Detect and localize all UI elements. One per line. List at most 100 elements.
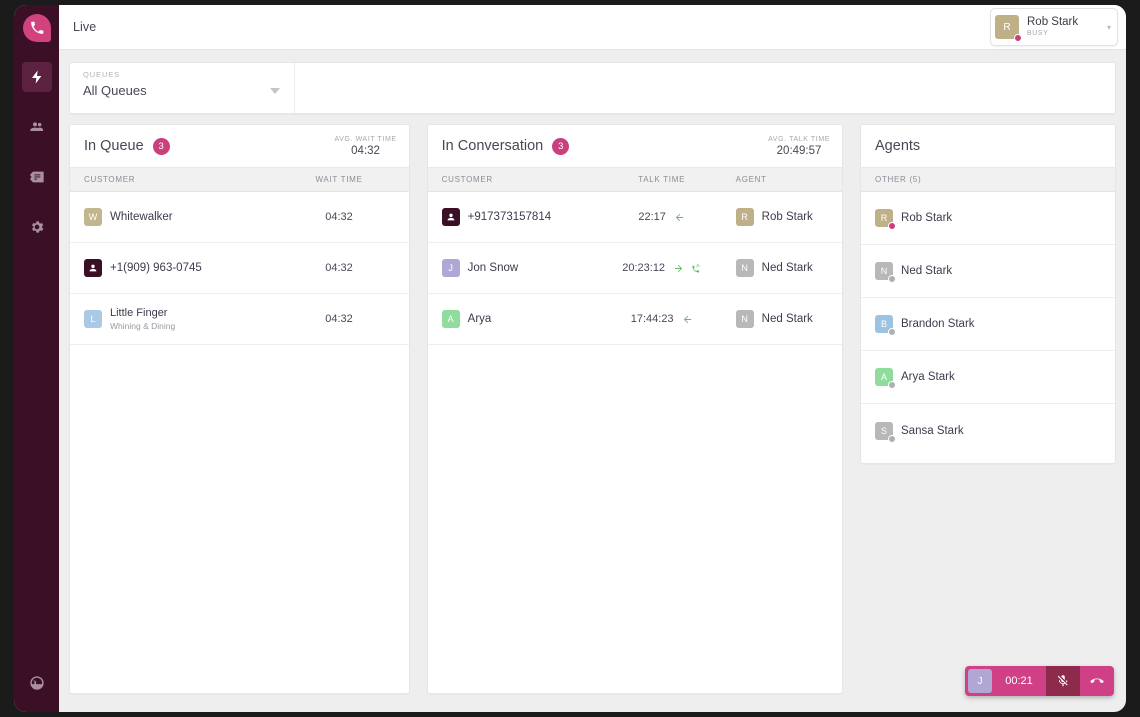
list-item[interactable]: A Arya Stark	[861, 351, 1115, 404]
agents-panel: Agents OTHER (5) R Rob Stark N Ned Stark B Br…	[860, 124, 1116, 464]
talk-time-cell: 17:44:23	[598, 313, 726, 325]
table-row[interactable]: L Little Finger Whining & Dining 04:32	[70, 294, 409, 345]
agent-cell: N Ned Stark	[726, 310, 840, 328]
avg-wait-time-value: 04:32	[351, 144, 380, 157]
inbound-arrow-icon	[683, 315, 691, 323]
talk-time-cell: 20:23:12	[598, 262, 726, 274]
wait-time-cell: 04:32	[325, 313, 353, 325]
customer-cell: J Jon Snow	[428, 259, 598, 277]
call-avatar-initial: J	[977, 675, 983, 687]
list-item[interactable]: B Brandon Stark	[861, 298, 1115, 351]
avatar: A	[441, 310, 460, 328]
mute-button[interactable]	[1046, 666, 1080, 696]
call-direction-icons	[674, 212, 685, 223]
customer-name: +917373157814	[467, 211, 552, 223]
customer-cell: +917373157814	[428, 208, 598, 226]
table-row[interactable]: W Whitewalker 04:32	[70, 192, 409, 243]
user-menu[interactable]: R Rob Stark BUSY ▾	[990, 8, 1118, 46]
page-title: Live	[73, 20, 97, 34]
filter-bar: QUEUES All Queues	[69, 62, 1116, 114]
sidebar-item-help[interactable]	[22, 668, 52, 698]
avatar: N	[875, 262, 897, 283]
panels: In Queue 3 AVG. WAIT TIME 04:32 CUSTOMER…	[69, 124, 1116, 694]
list-item[interactable]: N Ned Stark	[861, 245, 1115, 298]
inbound-arrow-icon	[675, 213, 684, 221]
active-call-widget[interactable]: J 00:21	[965, 666, 1114, 696]
top-bar: Live R Rob Stark BUSY ▾	[59, 5, 1126, 50]
in-queue-rows: W Whitewalker 04:32 +1(909) 963-0745 04:32 L L…	[70, 192, 409, 693]
agent-cell: N Ned Stark	[726, 259, 840, 277]
customer-cell: L Little Finger Whining & Dining	[70, 307, 280, 331]
avatar-initial: R	[1003, 21, 1011, 33]
table-row[interactable]: +1(909) 963-0745 04:32	[70, 243, 409, 294]
customer-name: +1(909) 963-0745	[110, 262, 202, 274]
avatar: N	[735, 310, 754, 328]
table-row[interactable]: J Jon Snow 20:23:12 N Ned Stark	[427, 243, 843, 294]
sidebar-item-cards[interactable]	[22, 162, 52, 192]
sidebar	[14, 5, 59, 712]
outbound-arrow-icon	[674, 264, 683, 272]
avg-talk-time-label: AVG. TALK TIME	[768, 135, 831, 143]
avatar: J	[441, 259, 460, 277]
status-dot	[1014, 34, 1022, 42]
agent-name: Ned Stark	[761, 262, 813, 274]
in-conversation-title: In Conversation	[441, 138, 544, 154]
body-area: QUEUES All Queues In Queue 3 AVG. WAIT T…	[59, 50, 1126, 712]
agents-rows: R Rob Stark N Ned Stark B Brandon Stark A Arya …	[861, 192, 1115, 463]
in-queue-count: 3	[152, 137, 170, 155]
in-conversation-count: 3	[552, 137, 570, 155]
sidebar-item-live[interactable]	[21, 62, 52, 92]
chevron-down-icon[interactable]: ▾	[1097, 23, 1111, 32]
call-direction-icons	[673, 263, 701, 274]
people-icon	[29, 122, 43, 131]
customer-name: Little Finger	[110, 306, 168, 319]
hangup-phone-icon	[1090, 678, 1104, 684]
column-header-wait-time: WAIT TIME	[315, 175, 363, 184]
queues-label: QUEUES	[83, 70, 121, 79]
column-header-customer: CUSTOMER	[441, 175, 493, 184]
contact-person-icon	[441, 208, 460, 226]
in-conversation-rows: +917373157814 22:17 R Rob Stark J Jon Snow 20:…	[427, 192, 843, 693]
microphone-muted-icon	[1057, 675, 1068, 687]
card-list-icon	[29, 171, 44, 183]
queues-select[interactable]: QUEUES All Queues	[70, 63, 295, 113]
phone-logo-icon[interactable]	[22, 14, 51, 42]
in-queue-panel: In Queue 3 AVG. WAIT TIME 04:32 CUSTOMER…	[69, 124, 410, 694]
customer-cell: W Whitewalker	[70, 208, 280, 226]
agent-name: Arya Stark	[901, 371, 955, 383]
in-conversation-column-headers: CUSTOMER TALK TIME AGENT	[427, 167, 843, 192]
queues-value: All Queues	[83, 83, 147, 98]
avatar: N	[735, 259, 754, 277]
list-item[interactable]: S Sansa Stark	[861, 404, 1115, 457]
in-conversation-header: In Conversation 3 AVG. TALK TIME 20:49:5…	[428, 125, 842, 167]
agents-group-header: OTHER (5)	[861, 167, 1115, 192]
phone-ringing-icon	[692, 263, 700, 273]
in-queue-column-headers: CUSTOMER WAIT TIME	[70, 167, 409, 192]
wait-time-cell: 04:32	[325, 262, 353, 274]
avatar: R	[995, 15, 1022, 42]
agent-name: Ned Stark	[901, 265, 953, 277]
hangup-button[interactable]	[1080, 666, 1114, 696]
agents-header: Agents	[861, 125, 1115, 167]
avatar: S	[875, 421, 897, 443]
user-meta: Rob Stark BUSY	[1027, 16, 1078, 38]
call-timer: 00:21	[1005, 675, 1033, 687]
list-item[interactable]: R Rob Stark	[861, 192, 1115, 245]
call-direction-icons	[682, 314, 693, 325]
gear-icon	[31, 221, 43, 233]
avg-wait-time: AVG. WAIT TIME 04:32	[334, 136, 396, 157]
customer-name: Jon Snow	[467, 262, 519, 274]
chevron-down-icon[interactable]	[270, 88, 280, 94]
table-row[interactable]: +917373157814 22:17 R Rob Stark	[427, 192, 843, 243]
column-header-agent: AGENT	[735, 175, 767, 184]
table-row[interactable]: A Arya 17:44:23 N Ned Stark	[427, 294, 843, 345]
lightning-bolt-icon	[31, 70, 41, 84]
sidebar-item-settings[interactable]	[22, 212, 52, 242]
in-conversation-panel: In Conversation 3 AVG. TALK TIME 20:49:5…	[426, 124, 844, 694]
avatar: A	[875, 368, 897, 389]
agents-title: Agents	[875, 138, 921, 154]
wait-time-cell: 04:32	[325, 211, 353, 223]
column-header-talk-time: TALK TIME	[638, 175, 686, 184]
sidebar-item-contacts[interactable]	[22, 112, 52, 142]
avg-talk-time: AVG. TALK TIME 20:49:57	[768, 136, 830, 157]
